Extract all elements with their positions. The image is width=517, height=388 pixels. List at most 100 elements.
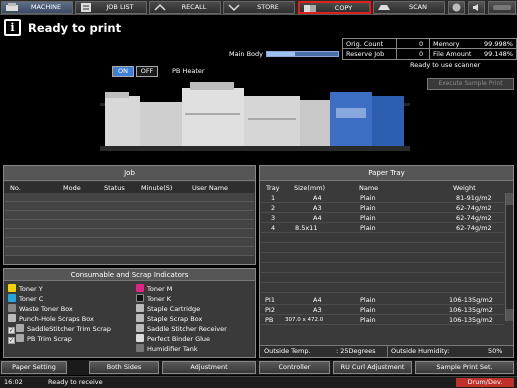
orig-count-value: 0 [419, 40, 424, 48]
recall-icon [154, 3, 166, 11]
paper-tray-panel: Paper Tray Tray Size(mm) Name Weight 1 A… [259, 165, 514, 358]
consumable-waste-toner-box: Waste Toner Box [8, 304, 73, 314]
tray-weight: 62-74g/m2 [456, 214, 492, 222]
tray-scrollbar[interactable] [505, 193, 513, 321]
tray-id: 3 [271, 214, 276, 222]
tray-paper-name: Plain [360, 316, 376, 324]
job-row[interactable] [5, 220, 254, 229]
tray-size: A3 [313, 306, 322, 314]
tab-machine[interactable]: MACHINE [1, 1, 73, 14]
job-row[interactable] [5, 247, 254, 256]
tray-row[interactable]: PB 307.0 x 472.0 Plain 106-135g/m2 [261, 316, 504, 325]
tray-row[interactable]: 1 A4 Plain 81-91g/m2 [261, 194, 504, 203]
consumable-staple-cartridge: Staple Cartridge [136, 304, 200, 314]
tray-row[interactable] [261, 284, 504, 293]
tray-id: 4 [271, 224, 276, 232]
ru-curl-adjustment-button[interactable]: RU Curl Adjustment [333, 361, 412, 374]
tab-job-list-label: JOB LIST [106, 3, 134, 11]
file-amount-value: 99.148% [484, 50, 513, 58]
tray-size: 8.5x11 [295, 224, 318, 232]
orig-count-label: Orig. Count [346, 40, 384, 48]
staple-icon [136, 304, 144, 312]
job-list[interactable] [5, 193, 254, 263]
job-row[interactable] [5, 193, 254, 202]
tab-scan[interactable]: SCAN [373, 1, 445, 14]
bottom-button-bar: Paper Setting Both Sides Adjustment Cont… [0, 360, 517, 375]
tray-row[interactable]: 3 A4 Plain 62-74g/m2 [261, 214, 504, 223]
consumable-toner-k: Toner K [136, 294, 171, 304]
consumable-label: Toner Y [19, 285, 43, 293]
sample-print-set-button[interactable]: Sample Print Set. [415, 361, 514, 374]
controller-button[interactable]: Controller [259, 361, 330, 374]
job-row[interactable] [5, 229, 254, 238]
scroll-down-button[interactable] [506, 309, 513, 321]
consumable-toner-y: Toner Y [8, 284, 43, 294]
pb-heater-off-button[interactable]: OFF [136, 66, 158, 77]
globe-icon [452, 3, 461, 12]
tray-row[interactable]: 2 A3 Plain 62-74g/m2 [261, 204, 504, 213]
job-row[interactable] [5, 202, 254, 211]
power-icon [493, 5, 511, 10]
consumable-label: Toner K [147, 295, 171, 303]
copy-icon [304, 5, 316, 12]
job-row[interactable] [5, 238, 254, 247]
consumables-panel-title: Consumable and Scrap Indicators [4, 269, 255, 281]
execute-sample-print-button[interactable]: Execute Sample Print [427, 78, 514, 90]
staple-scrap-icon [136, 314, 144, 322]
consumable-humidifier-tank: Humidifier Tank [136, 344, 198, 354]
tab-store[interactable]: STORE [223, 1, 295, 14]
speaker-icon [473, 4, 478, 11]
tab-recall-label: RECALL [181, 3, 207, 11]
tray-col-weight: Weight [453, 184, 476, 192]
tray-row[interactable]: PI1 A4 Plain 106-135g/m2 [261, 296, 504, 305]
tray-size: A4 [313, 296, 322, 304]
waste-toner-box-icon [8, 304, 16, 312]
tray-id: PI1 [265, 296, 275, 304]
consumable-label: Staple Scrap Box [147, 315, 203, 323]
job-row[interactable] [5, 211, 254, 220]
tray-row[interactable] [261, 254, 504, 263]
pb-trim-scrap-icon [16, 334, 24, 342]
pb-heater-on-button[interactable]: ON [112, 66, 134, 77]
job-panel-title: Job [4, 166, 255, 181]
memory-label: Memory [433, 40, 460, 48]
tray-row[interactable]: 4 8.5x11 Plain 62-74g/m2 [261, 224, 504, 233]
tray-row[interactable]: PI2 A3 Plain 106-135g/m2 [261, 306, 504, 315]
tray-size: A3 [313, 204, 322, 212]
paper-setting-button[interactable]: Paper Setting [1, 361, 67, 374]
both-sides-button[interactable]: Both Sides [89, 361, 159, 374]
tray-row[interactable] [261, 264, 504, 273]
job-table-header: No. Mode Status Minute(S) User Name [4, 182, 255, 193]
consumable-label: Humidifier Tank [147, 345, 198, 353]
settings-button[interactable] [448, 1, 465, 14]
tray-weight: 62-74g/m2 [456, 224, 492, 232]
status-bar: 16:02 Ready to receive Drum/Dev. [0, 376, 517, 388]
job-col-no: No. [10, 184, 21, 192]
tray-row[interactable] [261, 234, 504, 243]
drum-dev-warning-badge[interactable]: Drum/Dev. [456, 378, 514, 387]
outside-temp-label: Outside Temp. [264, 347, 311, 355]
tray-row[interactable] [261, 274, 504, 283]
scroll-up-button[interactable] [506, 193, 513, 205]
tray-paper-name: Plain [360, 204, 376, 212]
tray-col-tray: Tray [266, 184, 280, 192]
tray-paper-name: Plain [360, 296, 376, 304]
printer-system-illustration [100, 82, 410, 151]
tray-weight: 62-74g/m2 [456, 204, 492, 212]
outside-temp-value: : 25Degrees [336, 347, 376, 355]
tray-row[interactable] [261, 244, 504, 253]
tab-job-list[interactable]: JOB LIST [75, 1, 147, 14]
toner-m-icon [136, 284, 144, 292]
consumable-staple-scrap-box: Staple Scrap Box [136, 314, 202, 324]
clock: 16:02 [4, 378, 23, 386]
tab-recall[interactable]: RECALL [149, 1, 221, 14]
volume-button[interactable] [468, 1, 485, 14]
adjustment-button[interactable]: Adjustment [162, 361, 256, 374]
punch-hole-icon [8, 314, 16, 322]
tab-copy[interactable]: COPY [298, 1, 371, 14]
job-list-icon [81, 3, 91, 12]
job-col-user-name: User Name [192, 184, 229, 192]
power-button[interactable] [488, 1, 516, 14]
consumable-punch-hole-scraps-box: Punch-Hole Scraps Box [8, 314, 94, 324]
job-col-minutes: Minute(S) [141, 184, 173, 192]
